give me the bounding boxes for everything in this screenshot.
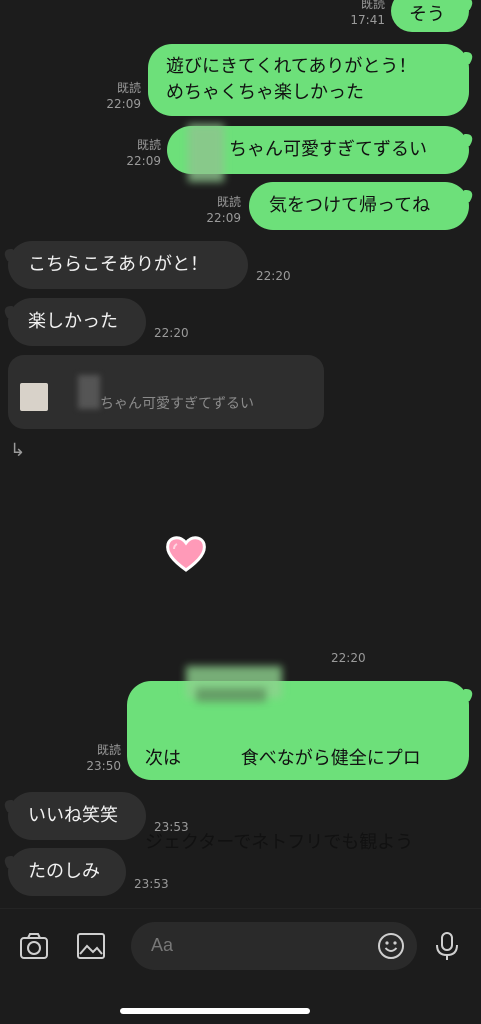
emoji-icon[interactable] <box>377 932 405 960</box>
message-time: 22:20 <box>256 269 291 283</box>
reply-thumbnail <box>20 383 48 411</box>
blurred-name <box>78 375 100 409</box>
message-bubble-outgoing[interactable]: 次は 食べながら健全にプロ ジェクターでネトフリでも観よう ね <box>127 681 469 937</box>
message-time: 23:53 <box>154 820 189 834</box>
message-time: 22:20 <box>154 326 189 340</box>
message-bubble-incoming[interactable]: たのしみ <box>8 848 126 896</box>
message-bubble-incoming[interactable]: 楽しかった <box>8 298 146 346</box>
read-receipt: 既読 23:50 <box>86 743 121 773</box>
camera-icon[interactable] <box>18 930 50 962</box>
message-time: 22:20 <box>331 651 366 665</box>
heart-sticker[interactable] <box>164 532 208 576</box>
message-bubble-outgoing[interactable]: 気をつけて帰ってね <box>249 182 469 230</box>
read-receipt: 既読 22:09 <box>206 195 241 225</box>
blurred-text <box>196 688 266 702</box>
read-receipt: 既読 22:09 <box>106 81 141 111</box>
message-bubble-incoming[interactable]: いいね笑笑 <box>8 792 146 840</box>
read-receipt: 既読 22:09 <box>126 138 161 168</box>
message-input-bar: Aa <box>0 908 481 1024</box>
image-icon[interactable] <box>75 930 107 962</box>
message-bubble-incoming[interactable]: こちらこそありがと！ <box>8 241 248 289</box>
message-bubble-outgoing[interactable]: 遊びにきてくれてありがとう！ めちゃくちゃ楽しかった <box>148 44 469 116</box>
blurred-name <box>188 124 224 182</box>
reply-arrow-icon: ↳ <box>10 440 26 461</box>
reply-preview-text: ちゃん可愛すぎてずるい <box>100 396 254 412</box>
microphone-icon[interactable] <box>431 930 463 962</box>
home-indicator <box>120 1008 310 1014</box>
read-receipt: 既読 17:41 <box>350 0 385 27</box>
message-input[interactable]: Aa <box>131 922 417 970</box>
reply-preview-card[interactable]: ちゃん可愛すぎてずるい <box>8 355 324 429</box>
message-bubble-outgoing[interactable]: そう <box>391 0 469 32</box>
message-time: 23:53 <box>134 877 169 891</box>
input-placeholder: Aa <box>151 935 174 955</box>
